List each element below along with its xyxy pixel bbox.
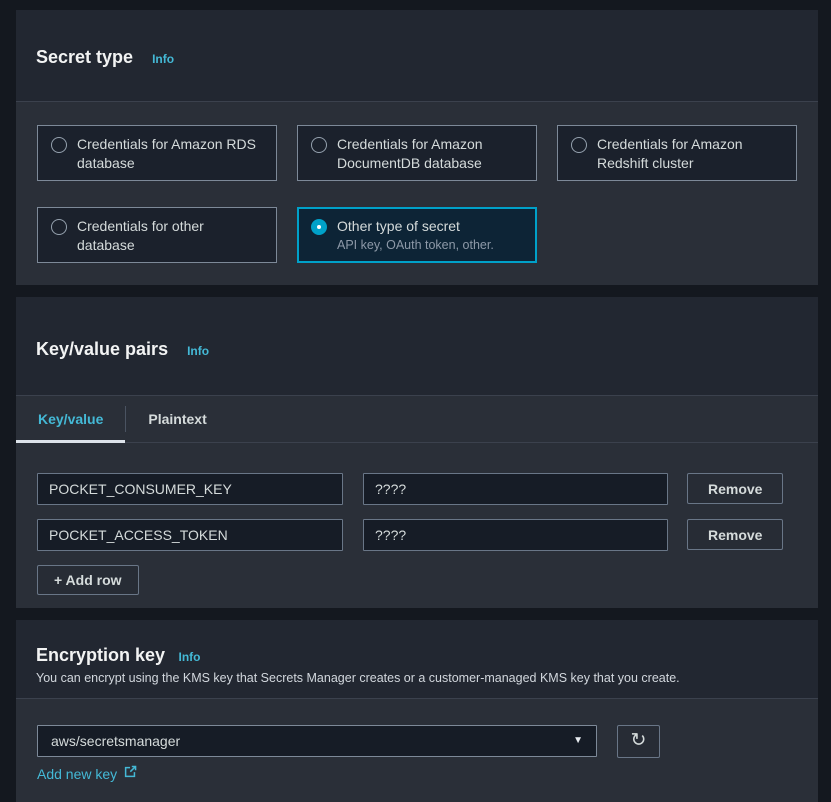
kms-key-select[interactable]: aws/secretsmanager ▼ (37, 725, 597, 757)
page: Secret type Info Credentials for Amazon … (0, 0, 831, 802)
refresh-icon: ↻ (631, 731, 647, 750)
secret-type-title: Secret type (36, 46, 133, 68)
kms-key-selected-value: aws/secretsmanager (51, 733, 180, 749)
key-value-pairs-header: Key/value pairs Info (16, 297, 818, 396)
option-rds-database[interactable]: Credentials for Amazon RDS database (37, 125, 277, 181)
key-value-pairs-info-link[interactable]: Info (187, 344, 209, 358)
secret-type-card: Secret type Info Credentials for Amazon … (16, 10, 818, 285)
secret-type-options: Credentials for Amazon RDS database Cred… (16, 102, 818, 285)
encryption-key-row: aws/secretsmanager ▼ ↻ (37, 725, 797, 758)
option-text-group: Other type of secret API key, OAuth toke… (337, 217, 494, 254)
key-value-row: Remove (37, 519, 797, 551)
add-new-key-link[interactable]: Add new key (37, 764, 117, 784)
remove-row-button[interactable]: Remove (687, 519, 783, 550)
external-link-icon (123, 764, 138, 784)
secret-type-info-link[interactable]: Info (152, 52, 174, 66)
option-label: Credentials for other database (77, 217, 263, 255)
option-other-database[interactable]: Credentials for other database (37, 207, 277, 263)
add-new-key-row: Add new key (37, 764, 797, 784)
key-value-rows: Remove Remove + Add row (16, 443, 818, 608)
encryption-key-header: Encryption key Info You can encrypt usin… (16, 620, 818, 699)
option-label: Credentials for Amazon Redshift cluster (597, 135, 783, 173)
chevron-down-icon: ▼ (573, 736, 583, 746)
radio-unselected-icon[interactable] (51, 137, 67, 153)
refresh-keys-button[interactable]: ↻ (617, 725, 660, 758)
radio-unselected-icon[interactable] (51, 219, 67, 235)
key-value-row: Remove (37, 473, 797, 505)
option-label: Credentials for Amazon DocumentDB databa… (337, 135, 523, 173)
encryption-key-info-link[interactable]: Info (179, 650, 201, 664)
key-value-tabs: Key/value Plaintext (16, 396, 818, 443)
encryption-key-body: aws/secretsmanager ▼ ↻ Add new key (16, 699, 818, 802)
remove-row-button[interactable]: Remove (687, 473, 783, 504)
value-input[interactable] (363, 473, 668, 505)
option-documentdb-database[interactable]: Credentials for Amazon DocumentDB databa… (297, 125, 537, 181)
add-row-button[interactable]: + Add row (37, 565, 139, 595)
value-input[interactable] (363, 519, 668, 551)
tab-key-value[interactable]: Key/value (16, 396, 125, 442)
encryption-key-card: Encryption key Info You can encrypt usin… (16, 620, 818, 802)
key-value-pairs-card: Key/value pairs Info Key/value Plaintext… (16, 297, 818, 608)
key-input[interactable] (37, 519, 343, 551)
radio-selected-icon[interactable] (311, 219, 327, 235)
option-other-type-of-secret[interactable]: Other type of secret API key, OAuth toke… (297, 207, 537, 263)
key-value-pairs-title: Key/value pairs (36, 338, 168, 360)
radio-unselected-icon[interactable] (571, 137, 587, 153)
option-label: Other type of secret (337, 217, 494, 236)
option-label: Credentials for Amazon RDS database (77, 135, 263, 173)
encryption-key-description: You can encrypt using the KMS key that S… (36, 671, 798, 686)
tab-plaintext[interactable]: Plaintext (126, 396, 228, 442)
key-input[interactable] (37, 473, 343, 505)
option-redshift-cluster[interactable]: Credentials for Amazon Redshift cluster (557, 125, 797, 181)
secret-type-header: Secret type Info (16, 10, 818, 102)
encryption-key-title: Encryption key (36, 645, 165, 665)
radio-unselected-icon[interactable] (311, 137, 327, 153)
option-description: API key, OAuth token, other. (337, 237, 494, 254)
